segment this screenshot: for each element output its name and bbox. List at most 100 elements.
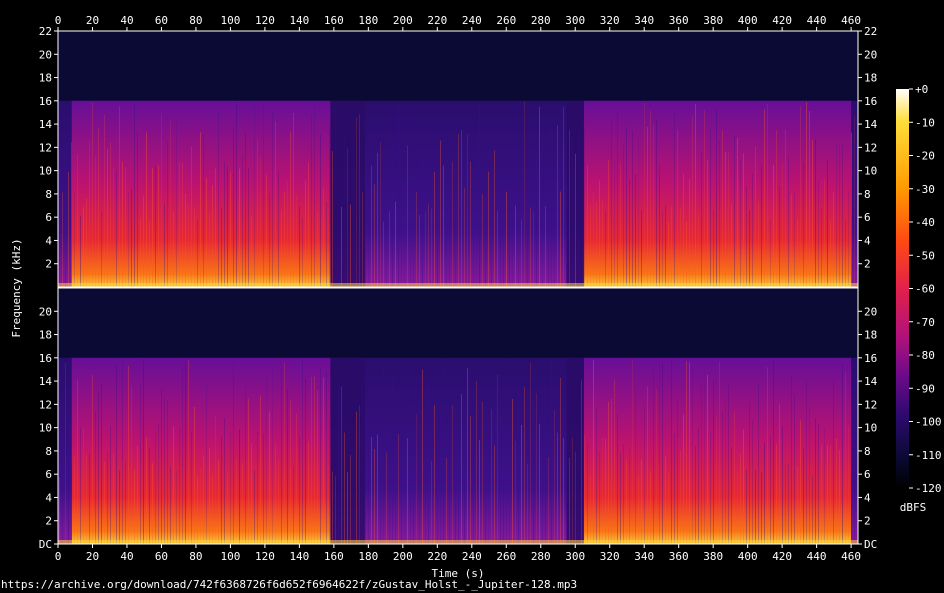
spectral-streak bbox=[317, 211, 318, 287]
x-tick-label-top: 20 bbox=[86, 14, 99, 27]
y-tick-label-right: 16 bbox=[864, 352, 877, 365]
spectral-streak bbox=[329, 419, 330, 544]
colorbar-tick-label: -10 bbox=[915, 116, 935, 129]
spectral-streak bbox=[554, 200, 555, 287]
y-tick-label-right: 10 bbox=[864, 165, 877, 178]
spectral-streak bbox=[488, 436, 489, 544]
spectral-streak bbox=[161, 388, 162, 544]
spectral-streak bbox=[569, 457, 570, 544]
spectral-streak bbox=[608, 160, 609, 287]
spectral-streak bbox=[407, 145, 408, 287]
spectral-streak bbox=[539, 106, 540, 288]
spectral-streak bbox=[497, 210, 498, 287]
spectral-streak bbox=[431, 461, 432, 544]
spectral-streak bbox=[626, 459, 627, 544]
x-tick-label-bottom: 320 bbox=[600, 550, 620, 563]
spectral-streak bbox=[248, 168, 249, 287]
spectral-streak bbox=[182, 162, 183, 287]
spectral-streak bbox=[203, 454, 204, 544]
spectral-streak bbox=[704, 381, 705, 544]
colorbar-tick-label: -70 bbox=[915, 316, 935, 329]
spectral-streak bbox=[530, 362, 531, 544]
spectral-streak bbox=[575, 451, 576, 544]
spectral-streak bbox=[833, 191, 834, 287]
spectral-streak bbox=[581, 138, 582, 287]
spectral-streak bbox=[683, 173, 684, 287]
spectral-streak bbox=[368, 147, 369, 287]
spectral-streak bbox=[530, 207, 531, 287]
spectral-streak bbox=[305, 180, 306, 287]
spectral-streak bbox=[389, 432, 390, 544]
spectral-streak bbox=[146, 132, 147, 287]
spectral-streak bbox=[266, 375, 267, 544]
spectral-streak bbox=[290, 132, 291, 287]
spectral-streak bbox=[815, 139, 816, 287]
spectral-streak bbox=[467, 134, 468, 287]
y-tick-label-left: 18 bbox=[39, 329, 52, 342]
spectrogram-chart: 0 0 20 20 40 40 60 60 80 80 100 100 120 120 140 140 160 1… bbox=[10, 14, 942, 580]
spectral-streak bbox=[803, 164, 804, 287]
spectral-streak bbox=[284, 191, 285, 287]
spectral-streak bbox=[674, 433, 675, 544]
spectral-streak bbox=[131, 385, 132, 544]
spectral-streak bbox=[62, 192, 63, 287]
spectral-streak bbox=[281, 369, 282, 544]
spectral-streak bbox=[221, 207, 222, 287]
spectral-streak bbox=[194, 208, 195, 287]
spectral-streak bbox=[302, 359, 303, 544]
spectral-streak bbox=[80, 427, 81, 544]
spectral-streak bbox=[701, 382, 702, 544]
spectral-streak bbox=[755, 146, 756, 287]
spectral-streak bbox=[482, 194, 483, 287]
spectral-streak bbox=[266, 174, 267, 287]
spectral-streak bbox=[308, 162, 309, 287]
x-tick-label-top: 280 bbox=[531, 14, 551, 27]
spectral-streak bbox=[443, 165, 444, 287]
spectral-streak bbox=[197, 220, 198, 287]
spectral-streak bbox=[371, 437, 372, 544]
spectral-streak bbox=[338, 384, 339, 544]
spectral-streak bbox=[260, 157, 261, 287]
spectral-streak bbox=[419, 214, 420, 287]
x-tick-label-top: 300 bbox=[565, 14, 585, 27]
spectral-streak bbox=[854, 462, 855, 544]
spectral-streak bbox=[638, 136, 639, 287]
y-tick-label-left: DC bbox=[39, 538, 52, 551]
spectral-streak bbox=[143, 195, 144, 287]
spectral-streak bbox=[791, 376, 792, 544]
x-tick-label-top: 260 bbox=[496, 14, 516, 27]
spectral-streak bbox=[791, 193, 792, 287]
spectral-streak bbox=[131, 189, 132, 287]
spectral-streak bbox=[416, 414, 417, 544]
spectral-streak bbox=[134, 104, 135, 287]
y-tick-label-left: 4 bbox=[45, 491, 52, 504]
x-tick-label-top: 460 bbox=[841, 14, 861, 27]
spectral-streak bbox=[434, 171, 435, 287]
spectral-streak bbox=[746, 186, 747, 287]
spectral-streak bbox=[476, 137, 477, 287]
spectral-streak bbox=[743, 429, 744, 544]
spectral-streak bbox=[329, 126, 330, 287]
spectral-streak bbox=[185, 193, 186, 287]
spectral-streak bbox=[737, 471, 738, 544]
spectral-streak bbox=[347, 472, 348, 544]
spectral-streak bbox=[677, 129, 678, 287]
spectral-streak bbox=[590, 203, 591, 287]
spectral-streak bbox=[194, 407, 195, 544]
y-tick-label-left: 16 bbox=[39, 95, 52, 108]
spectral-streak bbox=[299, 206, 300, 287]
spectral-streak bbox=[746, 469, 747, 544]
spectral-streak bbox=[263, 434, 264, 544]
spectral-streak bbox=[440, 403, 441, 544]
spectral-streak bbox=[827, 159, 828, 287]
spectral-streak bbox=[488, 171, 489, 287]
x-tick-label-bottom: 460 bbox=[841, 550, 861, 563]
spectral-streak bbox=[146, 437, 147, 544]
spectral-streak bbox=[470, 415, 471, 544]
spectral-streak bbox=[689, 178, 690, 287]
spectral-streak bbox=[164, 203, 165, 287]
spectral-streak bbox=[815, 417, 816, 544]
spectral-streak bbox=[206, 178, 207, 287]
spectral-streak bbox=[350, 204, 351, 287]
spectral-streak bbox=[740, 160, 741, 287]
